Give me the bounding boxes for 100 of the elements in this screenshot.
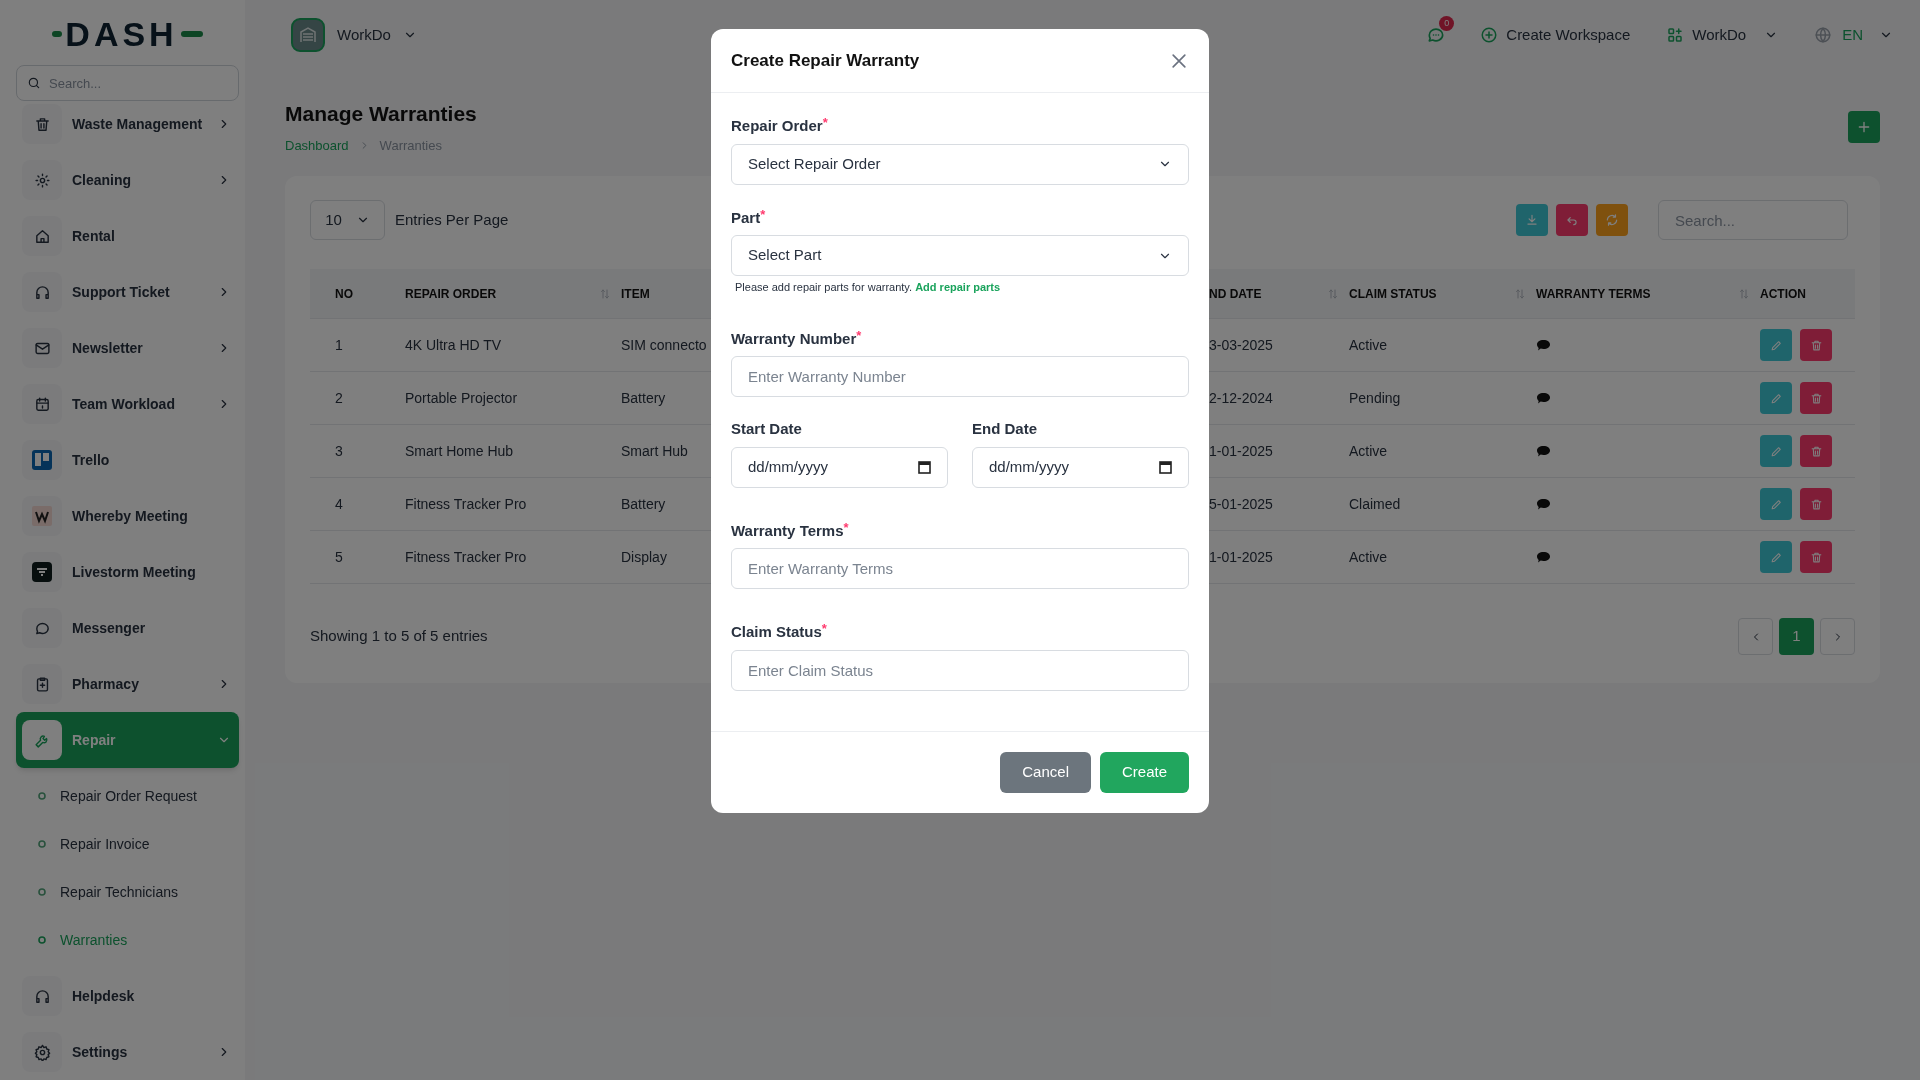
speech-bubble-icon[interactable] <box>1536 338 1551 352</box>
sidebar-item[interactable]: Whereby Meeting <box>16 488 239 544</box>
search-field[interactable]: Search... <box>16 65 239 101</box>
board-icon <box>32 450 52 470</box>
date-field[interactable]: dd/mm/yyyy <box>731 446 948 488</box>
delete-button[interactable] <box>1800 382 1832 414</box>
table-cell-text: 5 <box>334 547 344 567</box>
sidebar-item[interactable]: Team Workload <box>16 376 239 432</box>
building-icon <box>291 18 325 52</box>
calendar-icon[interactable] <box>1159 460 1172 474</box>
logo: DASH <box>52 15 203 52</box>
pencil-icon <box>1769 391 1783 405</box>
speech-bubble-icon[interactable] <box>1536 497 1551 511</box>
breadcrumb-link[interactable]: Dashboard <box>285 135 349 155</box>
search-icon <box>27 76 41 90</box>
calendar-icon[interactable] <box>918 460 931 474</box>
column-header[interactable]: WARRANTY TERMS <box>1536 284 1760 303</box>
edit-button[interactable] <box>1760 329 1792 361</box>
sidebar-item[interactable]: Newsletter <box>16 320 239 376</box>
table-cell-text: 3-03-2025 <box>1209 335 1274 355</box>
sidebar-item[interactable]: Repair <box>16 712 239 768</box>
table-cell-text: 5-01-2025 <box>1209 494 1274 514</box>
sidebar-item[interactable]: Cleaning <box>16 152 239 208</box>
table-cell-text: Smart Hub <box>621 441 688 461</box>
delete-button[interactable] <box>1800 329 1832 361</box>
submenu-item[interactable]: Repair Order Request <box>60 785 197 807</box>
notification-badge: 0 <box>1439 16 1455 31</box>
refresh-button[interactable] <box>1596 204 1628 236</box>
submenu-item[interactable]: Warranties <box>60 929 128 951</box>
edit-button[interactable] <box>1760 382 1792 414</box>
page-button[interactable]: 1 <box>1779 618 1814 655</box>
table-cell-text: 1-01-2025 <box>1209 441 1274 461</box>
select-field[interactable]: Select Repair Order <box>731 143 1189 185</box>
submenu-item[interactable]: Repair Invoice <box>60 833 150 855</box>
delete-button[interactable] <box>1800 435 1832 467</box>
modal-title: Create Repair Warranty <box>731 49 920 72</box>
filter-lines-icon <box>32 562 52 582</box>
table-cell-text: 2-12-2024 <box>1209 388 1274 408</box>
field-label: Warranty Number <box>731 328 857 349</box>
sidebar-item[interactable]: Messenger <box>16 600 239 656</box>
sidebar-item[interactable]: Settings <box>16 1024 239 1080</box>
bullet-icon <box>38 888 46 896</box>
next-page-button[interactable] <box>1820 618 1855 655</box>
trash-icon <box>33 115 51 133</box>
column-header[interactable]: REPAIR ORDER <box>405 284 621 303</box>
download-button[interactable] <box>1516 204 1548 236</box>
settings-icon <box>33 1043 51 1061</box>
edit-button[interactable] <box>1760 488 1792 520</box>
table-cell-text: Battery <box>621 388 666 408</box>
add-button[interactable] <box>1848 111 1880 143</box>
edit-button[interactable] <box>1760 435 1792 467</box>
required-mark: * <box>843 518 849 535</box>
sidebar-item[interactable]: Rental <box>16 208 239 264</box>
sort-icon <box>1514 287 1526 300</box>
sidebar-item[interactable]: Support Ticket <box>16 264 239 320</box>
table-cell-text: Pending <box>1349 388 1402 408</box>
sidebar-item[interactable]: Pharmacy <box>16 656 239 712</box>
speech-bubble-icon[interactable] <box>1536 444 1551 458</box>
speech-bubble-icon[interactable] <box>1536 391 1551 405</box>
trash-icon <box>1809 497 1823 511</box>
add-parts-link[interactable]: Add repair parts <box>915 281 1001 293</box>
field-label: Start Date <box>731 419 802 439</box>
select-field[interactable]: Select Part <box>731 235 1189 276</box>
table-cell-text: Fitness Tracker Pro <box>405 547 528 567</box>
required-mark: * <box>822 114 828 130</box>
headphones-icon <box>33 283 51 301</box>
trash-icon <box>1809 338 1823 352</box>
entries-label: Entries Per Page <box>395 209 509 230</box>
pencil-icon <box>1769 550 1783 564</box>
text-field[interactable]: Enter Warranty Number <box>731 356 1189 397</box>
search-field[interactable]: Search... <box>1658 200 1848 240</box>
column-header[interactable]: ND DATE <box>1209 284 1349 303</box>
cancel-button[interactable]: Cancel <box>1000 751 1091 793</box>
field-label: Warranty Terms <box>731 520 844 541</box>
entries-select[interactable]: 10 <box>310 200 385 240</box>
undo-button[interactable] <box>1556 204 1588 236</box>
speech-bubble-icon[interactable] <box>1536 550 1551 564</box>
globe-icon <box>1814 26 1833 44</box>
sidebar-item[interactable]: Livestorm Meeting <box>16 544 239 600</box>
bullet-icon <box>38 936 46 944</box>
text-field[interactable]: Enter Warranty Terms <box>731 548 1189 589</box>
plus-icon <box>1856 119 1872 135</box>
delete-button[interactable] <box>1800 488 1832 520</box>
sidebar-item[interactable]: Helpdesk <box>16 968 239 1024</box>
pencil-icon <box>1769 444 1783 458</box>
column-header: ACTION <box>1760 285 1807 303</box>
sidebar-item[interactable]: Trello <box>16 432 239 488</box>
date-field[interactable]: dd/mm/yyyy <box>972 446 1189 488</box>
entries-summary: Showing 1 to 5 of 5 entries <box>310 626 488 647</box>
table-cell-text: SIM connecto <box>621 335 707 355</box>
text-field[interactable]: Enter Claim Status <box>731 649 1189 691</box>
field-label: Part <box>731 207 761 228</box>
column-header[interactable]: CLAIM STATUS <box>1349 284 1536 303</box>
create-button[interactable]: Create <box>1099 751 1189 793</box>
delete-button[interactable] <box>1800 541 1832 573</box>
previous-page-button[interactable] <box>1738 618 1773 655</box>
submenu-item[interactable]: Repair Technicians <box>60 881 179 903</box>
trash-icon <box>1809 444 1823 458</box>
edit-button[interactable] <box>1760 541 1792 573</box>
field-label: End Date <box>972 419 1037 439</box>
